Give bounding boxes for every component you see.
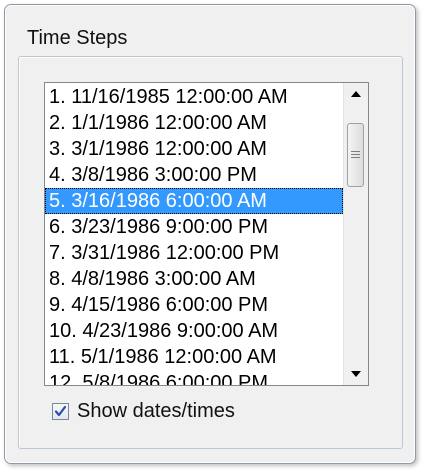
grip-icon xyxy=(351,151,360,158)
list-item[interactable]: 11. 5/1/1986 12:00:00 AM xyxy=(45,344,343,370)
list-item[interactable]: 6. 3/23/1986 9:00:00 PM xyxy=(45,214,343,240)
list-item[interactable]: 2. 1/1/1986 12:00:00 AM xyxy=(45,110,343,136)
show-dates-option[interactable]: Show dates/times xyxy=(52,400,235,423)
vertical-scrollbar[interactable] xyxy=(343,83,368,385)
list-item[interactable]: 12. 5/8/1986 6:00:00 PM xyxy=(45,370,343,385)
arrow-up-icon xyxy=(351,91,361,97)
scrollbar-thumb[interactable] xyxy=(347,123,364,187)
arrow-down-icon xyxy=(351,371,361,377)
scroll-up-button[interactable] xyxy=(344,83,368,105)
list-item[interactable]: 9. 4/15/1986 6:00:00 PM xyxy=(45,292,343,318)
time-steps-list[interactable]: 1. 11/16/1985 12:00:00 AM 2. 1/1/1986 12… xyxy=(45,83,343,385)
scroll-down-button[interactable] xyxy=(344,363,368,385)
time-steps-listbox[interactable]: 1. 11/16/1985 12:00:00 AM 2. 1/1/1986 12… xyxy=(44,82,369,386)
list-item[interactable]: 10. 4/23/1986 9:00:00 AM xyxy=(45,318,343,344)
list-item[interactable]: 1. 11/16/1985 12:00:00 AM xyxy=(45,84,343,110)
show-dates-label[interactable]: Show dates/times xyxy=(77,400,235,423)
checkmark-icon xyxy=(54,405,67,417)
show-dates-checkbox[interactable] xyxy=(52,403,69,420)
list-item[interactable]: 3. 3/1/1986 12:00:00 AM xyxy=(45,136,343,162)
list-item[interactable]: 8. 4/8/1986 3:00:00 AM xyxy=(45,266,343,292)
list-item[interactable]: 7. 3/31/1986 12:00:00 PM xyxy=(45,240,343,266)
window-title: Time Steps xyxy=(27,27,128,49)
list-item[interactable]: 4. 3/8/1986 3:00:00 PM xyxy=(45,162,343,188)
list-item-selected[interactable]: 5. 3/16/1986 6:00:00 AM xyxy=(45,188,343,214)
